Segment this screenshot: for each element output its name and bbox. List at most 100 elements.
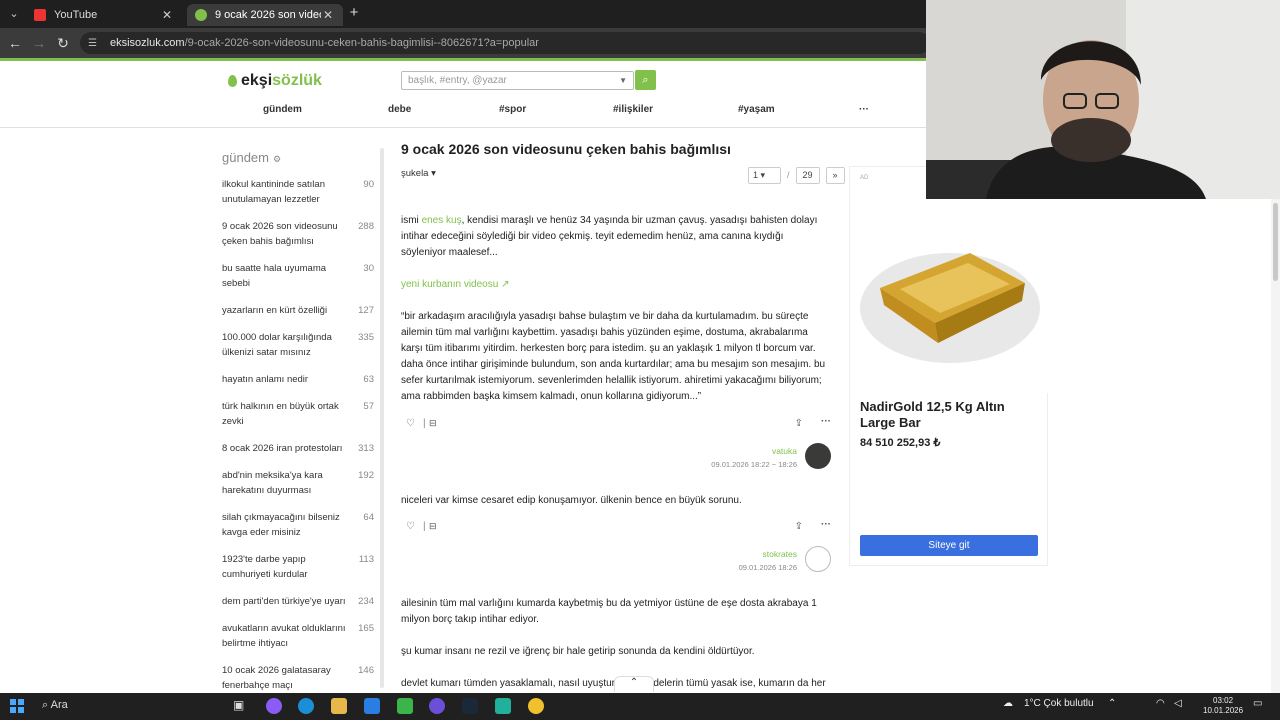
scroll-top-button[interactable]: ⌃ [614, 676, 654, 692]
windows-taskbar: ⌕ Ara ▣ ☁ 1°C Çok bulutlu ⌃ ◠ ◁ 03:02 10… [0, 693, 1280, 720]
logo-text-b: sözlük [272, 72, 322, 89]
close-tab-icon[interactable]: ✕ [321, 8, 335, 22]
entry-content: ismi enes kuş, kendisi maraşlı ve henüz … [401, 213, 831, 261]
entry-date[interactable]: 09.01.2026 18:22 ~ 18:26 [711, 458, 797, 471]
tab-youtube[interactable]: YouTube ✕ [26, 4, 182, 26]
sidebar-item-title: türk halkının en büyük ortak zevki [222, 401, 339, 427]
discord-icon[interactable] [429, 698, 445, 714]
sidebar-item[interactable]: 10 ocak 2026 galatasaray fenerbahçe maçı… [222, 663, 374, 693]
search-dropdown-icon[interactable]: ▼ [619, 76, 627, 85]
tab-eksisozluk[interactable]: 9 ocak 2026 son videosunu çek ✕ [187, 4, 343, 26]
avatar[interactable] [805, 546, 831, 572]
sidebar-item-count: 127 [358, 305, 374, 316]
search-input[interactable]: başlık, #entry, @yazar ▼ [401, 71, 634, 90]
entry-text: , kendisi maraşlı ve henüz 34 yaşında bi… [401, 215, 818, 258]
author-nick[interactable]: stokrates [739, 548, 798, 561]
sidebar-item[interactable]: abd'nin meksika'ya kara harekatını duyur… [222, 468, 374, 498]
ad-cta-button[interactable]: Siteye git [860, 535, 1038, 556]
entry-date[interactable]: 09.01.2026 18:26 [739, 561, 797, 574]
nav-debe[interactable]: debe [388, 104, 411, 115]
author-nick[interactable]: vatuka [711, 445, 797, 458]
back-arrow-icon[interactable]: ← [6, 34, 24, 52]
volume-icon[interactable]: ◁ [1174, 698, 1182, 709]
sidebar-item[interactable]: bu saatte hala uyumama sebebi 30 [222, 261, 374, 291]
sort-selector[interactable]: şukela ▾ [401, 168, 436, 179]
sidebar-item[interactable]: 1923'te darbe yapıp cumhuriyeti kurdular… [222, 552, 374, 582]
search-button[interactable]: ⌕ [635, 70, 656, 90]
address-bar[interactable]: ☰ eksisozluk.com/9-ocak-2026-son-videosu… [80, 32, 930, 54]
reload-icon[interactable]: ↻ [54, 34, 72, 52]
sidebar-item[interactable]: ilkokul kantininde satılan unutulamayan … [222, 177, 374, 207]
sidebar-item-title: bu saatte hala uyumama sebebi [222, 263, 327, 289]
new-tab-plus-icon[interactable]: + [346, 5, 362, 21]
nav-iliskiler[interactable]: #ilişkiler [613, 104, 653, 115]
favorite-heart-icon[interactable]: ♡ [406, 418, 415, 429]
sidebar-item[interactable]: silah çıkmayacağını bilseniz kavga eder … [222, 510, 374, 540]
share-icon[interactable]: ⇪ [795, 521, 803, 532]
steam-icon[interactable] [462, 698, 478, 714]
weather-text[interactable]: 1°C Çok bulutlu [1024, 698, 1094, 709]
forward-arrow-icon[interactable]: → [30, 34, 48, 52]
entry-text: ismi [401, 215, 422, 226]
site-settings-icon[interactable]: ☰ [88, 38, 102, 49]
downvote-icon[interactable]: ⊟ [429, 418, 437, 429]
more-options-icon[interactable]: ··· [821, 519, 831, 530]
sidebar-item[interactable]: yazarların en kürt özelliği 127 [222, 303, 374, 318]
notifications-icon[interactable]: ▭ [1253, 698, 1262, 709]
ad-panel[interactable]: AD NadirGold 12,5 Kg Altın Large Bar 84 … [849, 166, 1049, 566]
sidebar-item[interactable]: 100.000 dolar karşılığında ülkenizi sata… [222, 330, 374, 360]
avatar[interactable] [805, 443, 831, 469]
sidebar-item[interactable]: 8 ocak 2026 iran protestoları 313 [222, 441, 374, 456]
gold-bar-image[interactable] [850, 193, 1049, 393]
page-select[interactable]: 1 ▾ [748, 166, 781, 184]
topic-title[interactable]: 9 ocak 2026 son videosunu çeken bahis ba… [401, 141, 731, 157]
sidebar-item-title: hayatın anlamı nedir [222, 374, 309, 385]
taskbar-clock[interactable]: 03:02 10.01.2026 [1203, 696, 1243, 716]
windows-start-icon[interactable] [10, 699, 24, 713]
chrome-icon[interactable] [528, 698, 544, 714]
clock-date: 10.01.2026 [1203, 706, 1244, 715]
sidebar-item[interactable]: avukatların avukat olduklarını belirtme … [222, 621, 374, 651]
store-icon[interactable] [397, 698, 413, 714]
sidebar-title[interactable]: gündem ⚙ [222, 150, 281, 165]
gear-icon[interactable]: ⚙ [273, 154, 281, 164]
nav-more[interactable]: ··· [859, 104, 869, 115]
nav-spor[interactable]: #spor [499, 104, 526, 115]
downvote-icon[interactable]: ⊟ [429, 521, 437, 532]
entry-link[interactable]: enes kuş [422, 215, 462, 226]
sidebar-scrollbar[interactable] [380, 148, 384, 688]
scrollbar-thumb[interactable] [1273, 203, 1278, 281]
weather-icon[interactable]: ☁ [1003, 698, 1013, 709]
nav-yasam[interactable]: #yaşam [738, 104, 775, 115]
sidebar-item-title: dem parti'den türkiye'ye uyarı [222, 596, 346, 607]
more-options-icon[interactable]: ··· [821, 416, 831, 427]
taskbar-search[interactable]: ⌕ Ara [36, 696, 216, 717]
sidebar-item[interactable]: 9 ocak 2026 son videosunu çeken bahis ba… [222, 219, 374, 249]
entry-quote: “bir arkadaşım aracılığıyla yasadışı bah… [401, 311, 826, 402]
edge-icon[interactable] [298, 698, 314, 714]
share-icon[interactable]: ⇪ [795, 418, 803, 429]
page-next-button[interactable]: » [825, 166, 845, 184]
sidebar-item-title: abd'nin meksika'ya kara harekatını duyur… [222, 470, 323, 496]
file-explorer-icon[interactable] [331, 698, 347, 714]
app-icon[interactable] [495, 698, 511, 714]
copilot-icon[interactable] [266, 698, 282, 714]
tab-search-chevron-icon[interactable]: ⌄ [5, 5, 23, 23]
close-tab-icon[interactable]: ✕ [160, 8, 174, 22]
tray-chevron-up-icon[interactable]: ⌃ [1108, 698, 1116, 709]
sidebar-item[interactable]: türk halkının en büyük ortak zevki 57 [222, 399, 374, 429]
ad-product-title[interactable]: NadirGold 12,5 Kg Altın Large Bar [860, 399, 1040, 431]
sidebar-item[interactable]: dem parti'den türkiye'ye uyarı 234 [222, 594, 374, 609]
page-scrollbar[interactable] [1271, 199, 1280, 693]
outlook-icon[interactable] [364, 698, 380, 714]
page-last-button[interactable]: 29 [795, 166, 820, 184]
nav-gundem[interactable]: gündem [263, 104, 302, 115]
sidebar-item[interactable]: hayatın anlamı nedir 63 [222, 372, 374, 387]
sidebar-item-title: yazarların en kürt özelliği [222, 305, 328, 316]
eksi-sozluk-logo[interactable]: ekşi sözlük [228, 72, 322, 90]
favorite-heart-icon[interactable]: ♡ [406, 521, 415, 532]
task-view-icon[interactable]: ▣ [233, 698, 249, 714]
wifi-icon[interactable]: ◠ [1156, 698, 1165, 709]
entry-external-link[interactable]: yeni kurbanın videosu ↗ [401, 277, 831, 293]
video-link[interactable]: yeni kurbanın videosu [401, 279, 498, 290]
